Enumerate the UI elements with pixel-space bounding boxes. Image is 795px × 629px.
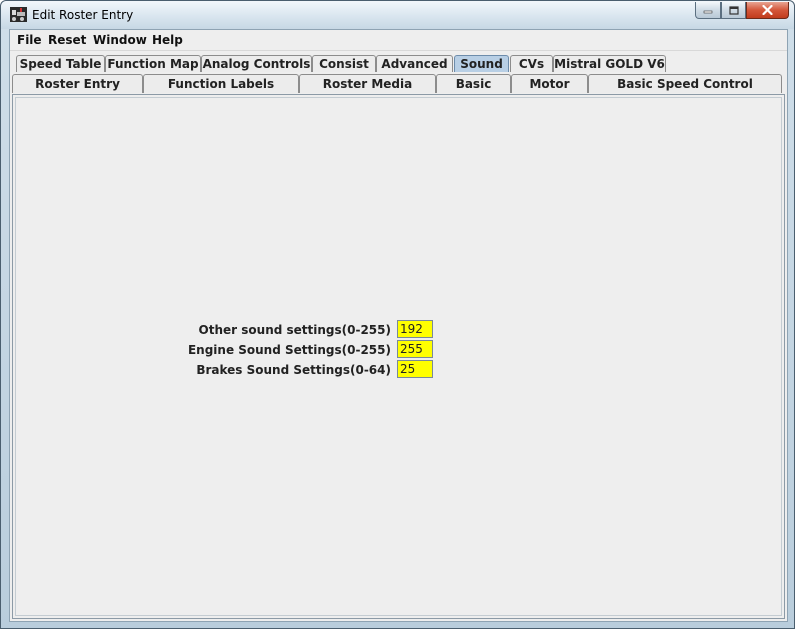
tab-analog-controls[interactable]: Analog Controls [201, 55, 312, 72]
brakes-sound-settings-label: Brakes Sound Settings(0-64) [196, 363, 391, 377]
locomotive-icon [10, 7, 27, 22]
engine-sound-settings-input[interactable] [397, 340, 433, 358]
close-button[interactable] [746, 2, 789, 19]
tab-advanced[interactable]: Advanced [376, 55, 453, 72]
sound-settings-area: Other sound settings(0-255) Engine Sound… [15, 97, 782, 616]
tab-motor[interactable]: Motor [511, 74, 588, 93]
close-icon [762, 5, 773, 15]
engine-sound-settings-label: Engine Sound Settings(0-255) [187, 343, 391, 357]
tab-function-map[interactable]: Function Map [105, 55, 201, 72]
tab-mistral-gold-v6[interactable]: Mistral GOLD V6 [553, 55, 666, 72]
tab-sound[interactable]: Sound [454, 55, 509, 72]
tab-consist[interactable]: Consist [312, 55, 376, 72]
maximize-button[interactable] [721, 2, 746, 19]
tab-speed-table[interactable]: Speed Table [16, 55, 105, 72]
tab-roster-entry[interactable]: Roster Entry [12, 74, 143, 93]
other-sound-settings-input[interactable] [397, 320, 433, 338]
tab-function-labels[interactable]: Function Labels [143, 74, 299, 93]
menu-bar: File Reset Window Help [10, 30, 787, 50]
menu-window[interactable]: Window [93, 33, 147, 47]
maximize-icon [728, 5, 739, 15]
sound-tab-panel: Other sound settings(0-255) Engine Sound… [12, 94, 785, 619]
title-bar[interactable]: Edit Roster Entry [1, 1, 794, 29]
brakes-sound-settings-input[interactable] [397, 360, 433, 378]
minimize-icon [703, 10, 713, 14]
minimize-button[interactable] [695, 2, 721, 19]
tab-roster-media[interactable]: Roster Media [299, 74, 436, 93]
window-title: Edit Roster Entry [32, 8, 134, 22]
tab-basic[interactable]: Basic [436, 74, 511, 93]
tab-cvs[interactable]: CVs [510, 55, 553, 72]
window-client-area: File Reset Window Help Speed Table Funct… [9, 29, 788, 622]
tab-basic-speed-control[interactable]: Basic Speed Control [588, 74, 782, 93]
menu-reset[interactable]: Reset [48, 33, 86, 47]
menu-file[interactable]: File [17, 33, 42, 47]
other-sound-settings-label: Other sound settings(0-255) [198, 323, 391, 337]
menu-help[interactable]: Help [152, 33, 183, 47]
window: Edit Roster Entry File Reset Window Help [0, 0, 795, 629]
menu-divider [10, 50, 787, 51]
